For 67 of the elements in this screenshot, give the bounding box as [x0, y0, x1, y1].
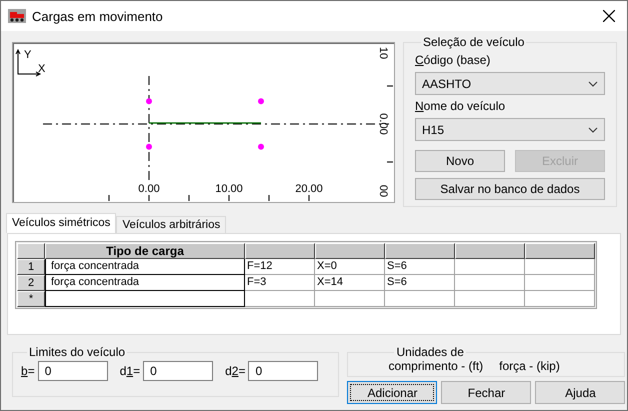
wheel-point — [146, 98, 152, 104]
scale-label: 10 — [377, 46, 389, 60]
dialog-button[interactable]: Ajuda — [535, 381, 626, 404]
tab[interactable]: Veículos simétricos — [6, 213, 116, 233]
table-cell[interactable]: F=3 — [245, 275, 315, 291]
input-field[interactable]: 0 — [248, 361, 318, 381]
table-cell[interactable] — [315, 291, 385, 307]
input-field[interactable]: 0 — [38, 361, 108, 381]
field-label: d1= — [120, 364, 140, 378]
table-cell[interactable]: força concentrada — [45, 275, 245, 291]
close-icon[interactable] — [603, 10, 615, 22]
table-cell[interactable] — [525, 291, 595, 307]
wheel-point — [258, 98, 264, 104]
field-label: b= — [21, 364, 35, 378]
table-cell[interactable]: força concentrada — [45, 259, 245, 275]
group-title: Unidades de — [395, 345, 465, 359]
scale-label: 0.00 — [138, 183, 160, 195]
table-cell[interactable]: X=0 — [315, 259, 385, 275]
table-cell[interactable]: S=6 — [385, 275, 455, 291]
dialog-button[interactable]: Fechar — [441, 381, 532, 404]
column-header[interactable]: Tipo de carga — [45, 243, 245, 259]
table-cell[interactable] — [455, 275, 525, 291]
input-field[interactable]: 0 — [143, 361, 214, 381]
tab[interactable]: Veículos arbitrários — [116, 216, 226, 233]
column-header[interactable] — [455, 243, 525, 259]
field-label: d2= — [225, 364, 246, 378]
table-cell[interactable] — [245, 291, 315, 307]
table-cell[interactable] — [455, 259, 525, 275]
unit-text: comprimento - (ft) — [388, 359, 484, 373]
row-header[interactable]: * — [17, 291, 45, 307]
scale-label: 00 — [377, 184, 389, 198]
table-cell[interactable]: S=6 — [385, 259, 455, 275]
column-header[interactable] — [315, 243, 385, 259]
row-header[interactable]: 2 — [17, 275, 45, 291]
table-cell[interactable] — [455, 291, 525, 307]
table-cell[interactable] — [45, 291, 245, 307]
field-label: Código (base) — [415, 53, 492, 69]
table-cell[interactable] — [525, 259, 595, 275]
unit-text: força - (kip) — [499, 359, 560, 373]
chevron-down-icon — [588, 126, 598, 132]
group-title: Limites do veículo — [28, 345, 126, 359]
axis-label: Y — [24, 49, 32, 61]
scale-label: 20.00 — [295, 183, 323, 195]
table-cell[interactable]: F=12 — [245, 259, 315, 275]
table-cell[interactable]: X=14 — [315, 275, 385, 291]
group-title: Seleção de veículo — [422, 35, 526, 49]
vehicle-dropdown[interactable]: H15 — [415, 118, 605, 141]
truck-icon — [8, 9, 26, 23]
save-button[interactable]: Salvar no banco de dados — [415, 178, 605, 200]
column-header[interactable] — [245, 243, 315, 259]
chevron-down-icon — [588, 80, 598, 86]
column-header[interactable] — [385, 243, 455, 259]
row-header[interactable]: 1 — [17, 259, 45, 275]
table-cell[interactable] — [385, 291, 455, 307]
wheel-point — [146, 144, 152, 150]
axis-label: X — [38, 63, 46, 75]
window-title: Cargas em movimento — [32, 8, 164, 24]
scale-label: 0.00 — [377, 113, 389, 135]
code-dropdown[interactable]: AASHTO — [415, 72, 605, 95]
column-header[interactable] — [525, 243, 595, 259]
table-cell[interactable] — [525, 275, 595, 291]
field-label: Nome do veículo — [415, 99, 506, 115]
scale-label: 10.00 — [215, 183, 243, 195]
action-button[interactable]: Novo — [415, 150, 505, 172]
dialog-button[interactable]: Adicionar — [347, 381, 438, 404]
wheel-point — [258, 144, 264, 150]
corner-header — [17, 243, 45, 259]
